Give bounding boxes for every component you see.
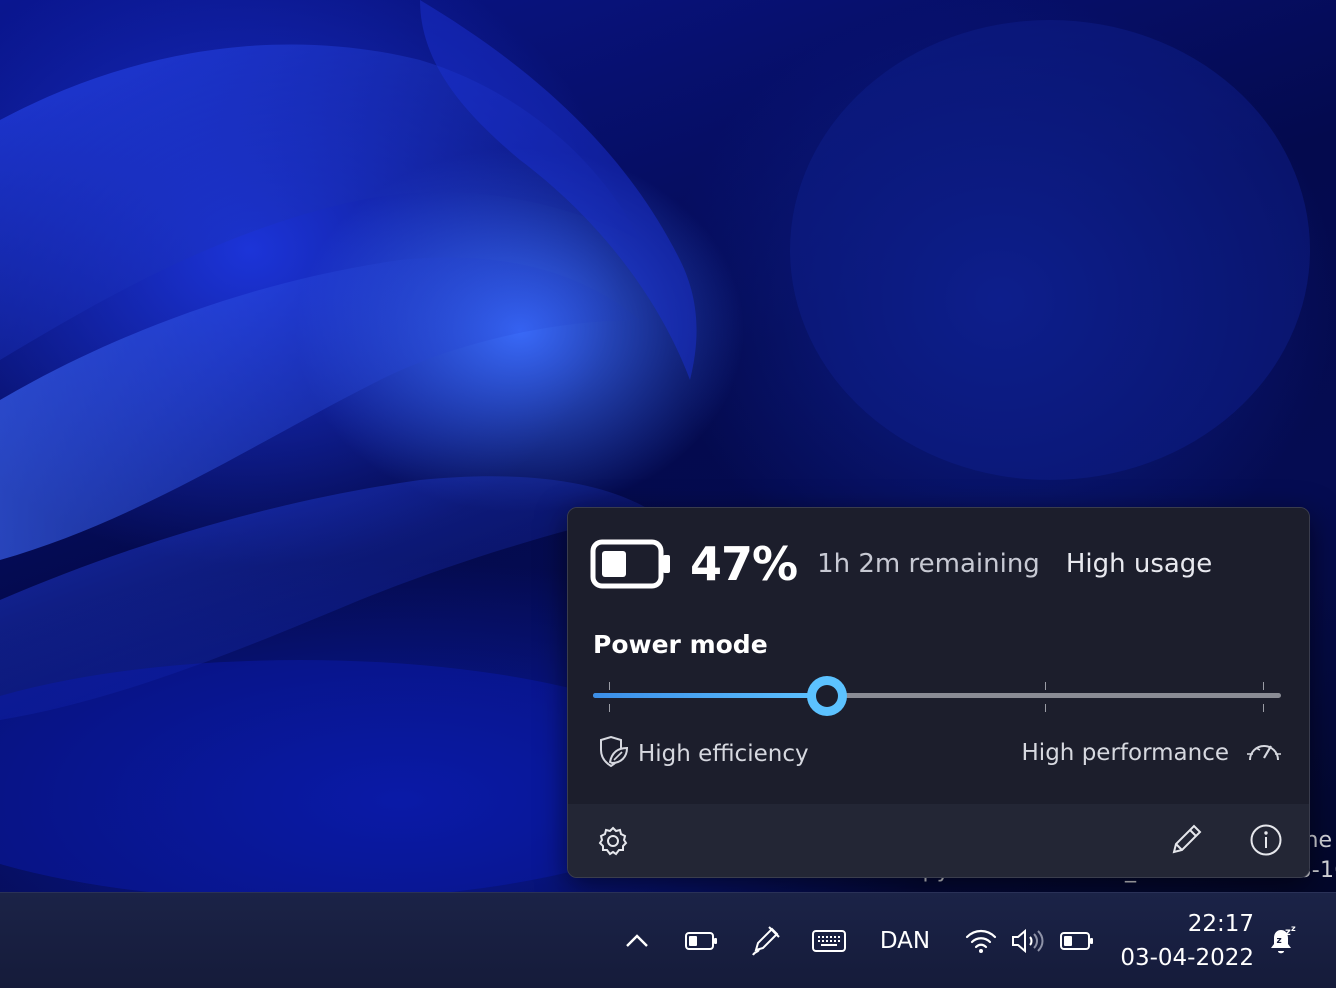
slider-tick	[609, 704, 610, 712]
battery-remaining-time: 1h 2m remaining	[817, 549, 1040, 579]
mode-right-label: High performance	[1021, 740, 1229, 766]
input-language[interactable]: DAN	[872, 893, 938, 988]
volume-icon[interactable]	[1004, 893, 1050, 988]
slider-tick	[1263, 682, 1264, 690]
slider-tick	[1045, 682, 1046, 690]
battery-percentage: 47%	[690, 537, 798, 591]
mode-left-label: High efficiency	[638, 741, 809, 767]
slider-thumb[interactable]	[806, 676, 847, 716]
chevron-up-icon[interactable]	[616, 893, 658, 988]
flyout-main: 47% 1h 2m remaining High usage Power mod…	[568, 508, 1309, 804]
slider-tick	[1045, 704, 1046, 712]
info-icon[interactable]	[1246, 820, 1286, 860]
slider-track-fill	[593, 693, 827, 698]
gear-icon[interactable]	[594, 822, 632, 860]
svg-text:z: z	[1277, 936, 1282, 946]
wifi-icon[interactable]	[960, 893, 1002, 988]
slider-tick	[609, 682, 610, 690]
battery-flyout: 47% 1h 2m remaining High usage Power mod…	[567, 507, 1310, 878]
mode-high-performance: High performance	[1022, 736, 1283, 770]
battery-icon[interactable]	[680, 893, 722, 988]
mode-high-efficiency: High efficiency	[596, 735, 809, 772]
battery-large-icon	[590, 539, 672, 589]
power-mode-label: Power mode	[593, 630, 768, 659]
power-mode-slider[interactable]	[593, 676, 1281, 716]
notification-snooze-icon[interactable]: z z z	[1262, 893, 1302, 988]
clock-time: 22:17	[1187, 911, 1254, 937]
taskbar: DAN 22:17 03-04-2022 z z z	[0, 892, 1336, 988]
pen-icon[interactable]	[744, 893, 786, 988]
slider-tick	[1263, 704, 1264, 712]
svg-text:z: z	[1291, 924, 1296, 933]
leaf-shield-icon	[596, 735, 630, 772]
keyboard-icon[interactable]	[806, 893, 852, 988]
flyout-footer	[568, 804, 1309, 877]
battery-usage-status: High usage	[1065, 549, 1213, 579]
clock-date: 03-04-2022	[1120, 945, 1254, 971]
language-label: DAN	[879, 927, 931, 954]
battery-status-row: 47% 1h 2m remaining High usage	[590, 536, 1212, 592]
taskbar-clock[interactable]: 22:17 03-04-2022	[1118, 907, 1254, 975]
battery-icon[interactable]	[1056, 893, 1098, 988]
pencil-icon[interactable]	[1166, 820, 1206, 860]
speedometer-icon	[1245, 736, 1283, 770]
